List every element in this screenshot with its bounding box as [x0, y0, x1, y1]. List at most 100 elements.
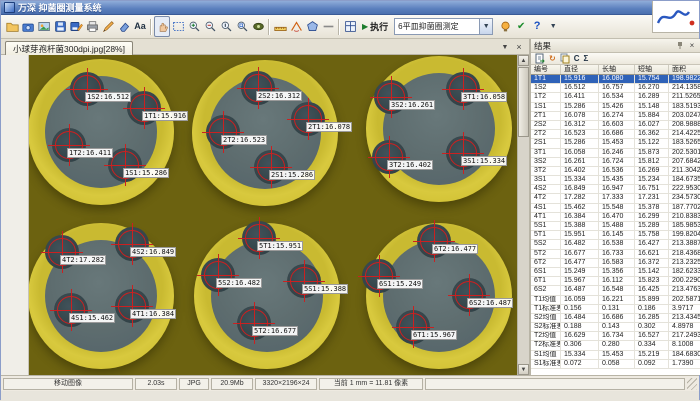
resize-grip[interactable]: [687, 378, 697, 390]
zone-measure-label[interactable]: 2S1:15.286: [269, 170, 315, 180]
scrollbar-thumb[interactable]: [518, 67, 529, 137]
zone-measure-label[interactable]: 2T2:16.523: [221, 135, 267, 145]
result-row[interactable]: 3T116.05816.24615.873202.5301: [531, 149, 700, 158]
measure-area-icon[interactable]: [304, 16, 320, 37]
result-row[interactable]: 1S115.28615.42615.148183.5193: [531, 103, 700, 112]
result-row[interactable]: S1均值15.33415.45315.219184.6830: [531, 351, 700, 360]
result-row[interactable]: 4T116.38416.47016.299210.8383: [531, 213, 700, 222]
result-row[interactable]: 1S216.51216.75716.270214.1358: [531, 84, 700, 93]
zone-measure-label[interactable]: 3S1:15.334: [461, 156, 507, 166]
title-bar[interactable]: 万深 抑菌圈测量系统: [1, 1, 699, 15]
result-row[interactable]: 6S216.48716.54816.425213.4763: [531, 286, 700, 295]
scroll-up-icon[interactable]: ▲: [518, 55, 529, 66]
zone-measure-label[interactable]: 6T1:15.967: [411, 330, 457, 340]
result-row[interactable]: T2标准差0.3060.2800.3348.1008: [531, 341, 700, 350]
column-header-area[interactable]: 面积: [669, 65, 700, 74]
column-header-minor-axis[interactable]: 短轴: [635, 65, 669, 74]
pin-icon[interactable]: [674, 40, 686, 51]
preview-eye-icon[interactable]: [250, 16, 266, 37]
copy-icon[interactable]: [560, 53, 570, 64]
result-row[interactable]: 3S115.33415.43515.234184.6735: [531, 176, 700, 185]
tab-close-icon[interactable]: ×: [513, 41, 525, 53]
measure-preset-select[interactable]: 6平皿抑菌圈测定 ▼: [394, 18, 493, 35]
clear-results-icon[interactable]: C: [574, 53, 580, 64]
result-row[interactable]: 6S115.24915.35615.142182.6233: [531, 268, 700, 277]
zone-measure-label[interactable]: 3T1:16.058: [461, 92, 507, 102]
grid-view-icon[interactable]: [342, 16, 358, 37]
eraser-icon[interactable]: [116, 16, 132, 37]
zone-measure-label[interactable]: 1S1:15.286: [123, 168, 169, 178]
result-row[interactable]: 2T216.52316.68616.362214.4225: [531, 130, 700, 139]
specimen-image[interactable]: 1S2:16.5121T1:15.9161T2:16.4111S1:15.286…: [1, 55, 529, 375]
result-row[interactable]: 4T217.28217.33317.231234.5730: [531, 194, 700, 203]
zoom-out-icon[interactable]: [202, 16, 218, 37]
result-row[interactable]: 4S115.46215.54815.378187.7702: [531, 204, 700, 213]
statistics-sigma-icon[interactable]: Σ: [583, 53, 588, 64]
image-tab[interactable]: 小球芽孢杆菌300dpi.jpg[28%]: [5, 41, 133, 56]
confirm-check-icon[interactable]: ✔: [513, 16, 529, 37]
save-icon[interactable]: [52, 16, 68, 37]
zone-measure-label[interactable]: 1S2:16.512: [85, 92, 131, 102]
zone-measure-label[interactable]: 4T2:17.282: [60, 255, 106, 265]
text-tool-icon[interactable]: Aa: [132, 16, 148, 37]
zone-measure-label[interactable]: 6S2:16.487: [467, 298, 513, 308]
measure-angle-icon[interactable]: [288, 16, 304, 37]
help-chevron-icon[interactable]: ▼: [545, 16, 561, 37]
zoom-in-icon[interactable]: [186, 16, 202, 37]
zone-measure-label[interactable]: 6S1:15.249: [377, 279, 423, 289]
result-row[interactable]: 2T116.07816.27415.884203.0247: [531, 112, 700, 121]
result-row[interactable]: 5T115.95116.14515.758199.8204: [531, 231, 700, 240]
result-row[interactable]: 1T115.91616.08015.754198.9822: [531, 75, 700, 84]
result-row[interactable]: S2均值16.48416.68616.285213.4345: [531, 314, 700, 323]
result-row[interactable]: T1均值16.05916.22115.899202.5871: [531, 296, 700, 305]
result-row[interactable]: 5S115.38815.48815.289185.9853: [531, 222, 700, 231]
result-row[interactable]: 3T216.40216.53616.269211.3042: [531, 167, 700, 176]
zone-measure-label[interactable]: 4T1:16.384: [130, 309, 176, 319]
run-button[interactable]: ▶ 执行: [358, 18, 392, 36]
save-as-icon[interactable]: [68, 16, 84, 37]
zone-measure-label[interactable]: 6T2:16.477: [432, 244, 478, 254]
scroll-down-icon[interactable]: ▼: [518, 364, 529, 375]
camera-capture-icon[interactable]: [20, 16, 36, 37]
help-icon[interactable]: ?: [529, 16, 545, 37]
zone-measure-label[interactable]: 1T1:15.916: [142, 111, 188, 121]
undo-icon[interactable]: ↻: [549, 53, 556, 64]
zoom-fit-icon[interactable]: [234, 16, 250, 37]
print-icon[interactable]: [84, 16, 100, 37]
zone-measure-label[interactable]: 5T2:16.677: [252, 326, 298, 336]
zone-measure-label[interactable]: 2T1:16.078: [306, 122, 352, 132]
result-row[interactable]: T1标准差0.1560.1310.1863.9717: [531, 305, 700, 314]
result-row[interactable]: S2标准差0.1880.1430.3024.8978: [531, 323, 700, 332]
result-row[interactable]: 1T216.41116.53416.289211.5265: [531, 93, 700, 102]
panel-close-icon[interactable]: ×: [686, 40, 698, 51]
viewer-vertical-scrollbar[interactable]: ▲ ▼: [517, 55, 529, 375]
calibration-lamp-icon[interactable]: [497, 16, 513, 37]
result-row[interactable]: 6T115.96716.11215.823200.2290: [531, 277, 700, 286]
result-row[interactable]: 5S216.48216.53816.427213.3887: [531, 240, 700, 249]
zone-measure-label[interactable]: 2S2:16.312: [256, 91, 302, 101]
column-header-id[interactable]: 编号: [531, 65, 561, 74]
column-header-diameter[interactable]: 直径: [561, 65, 599, 74]
tab-list-chevron-icon[interactable]: ▼: [499, 41, 511, 53]
zoom-actual-size-icon[interactable]: [218, 16, 234, 37]
result-row[interactable]: 2S216.31216.60316.027208.9888: [531, 121, 700, 130]
export-report-icon[interactable]: [535, 53, 545, 64]
result-row[interactable]: T2均值16.62916.73416.527217.2493: [531, 332, 700, 341]
zone-measure-label[interactable]: 5T1:15.951: [257, 241, 303, 251]
edit-pencil-icon[interactable]: [100, 16, 116, 37]
zone-measure-label[interactable]: 5S2:16.482: [216, 278, 262, 288]
image-viewer[interactable]: 1S2:16.5121T1:15.9161T2:16.4111S1:15.286…: [1, 55, 529, 375]
zone-measure-label[interactable]: 4S2:16.849: [130, 247, 176, 257]
zone-measure-label[interactable]: 5S1:15.388: [302, 284, 348, 294]
measure-line-icon[interactable]: [320, 16, 336, 37]
select-region-icon[interactable]: [170, 16, 186, 37]
result-row[interactable]: 2S115.28615.45315.122183.5265: [531, 139, 700, 148]
result-row[interactable]: S1标准差0.0720.0580.0921.7390: [531, 360, 700, 369]
column-header-major-axis[interactable]: 长轴: [599, 65, 635, 74]
measure-length-icon[interactable]: [272, 16, 288, 37]
result-row[interactable]: 6T216.47716.58316.372213.2325: [531, 259, 700, 268]
result-row[interactable]: 5T216.67716.73316.621218.4368: [531, 250, 700, 259]
zone-measure-label[interactable]: 4S1:15.462: [69, 313, 115, 323]
zone-measure-label[interactable]: 3T2:16.402: [387, 160, 433, 170]
pan-hand-tool-icon[interactable]: [154, 16, 170, 37]
